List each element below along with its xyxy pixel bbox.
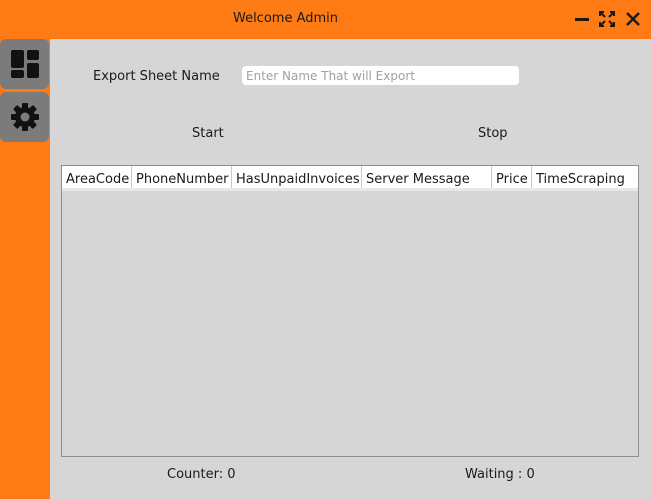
maximize-icon [599,11,615,27]
window-title: Welcome Admin [232,11,339,26]
gear-icon [10,103,39,131]
stop-button[interactable]: Stop [478,126,508,141]
dashboard-icon [10,50,39,78]
column-header-hasunpaidinvoices[interactable]: HasUnpaidInvoices [232,166,362,188]
export-sheet-label: Export Sheet Name [93,69,220,84]
column-header-price[interactable]: Price [492,166,532,188]
table-header: AreaCode PhoneNumber HasUnpaidInvoices S… [62,166,638,191]
waiting-status: Waiting : 0 [465,467,535,482]
results-table[interactable]: AreaCode PhoneNumber HasUnpaidInvoices S… [61,165,639,457]
sidebar [0,39,50,499]
column-header-timescraping[interactable]: TimeScraping [532,166,638,188]
sidebar-item-settings[interactable] [0,92,49,142]
minimize-button[interactable] [573,10,591,28]
minimize-icon [575,18,589,21]
title-bar: Welcome Admin [0,0,651,39]
start-button[interactable]: Start [192,126,224,141]
column-header-phonenumber[interactable]: PhoneNumber [132,166,232,188]
close-icon [626,12,640,26]
maximize-button[interactable] [598,10,616,28]
main-panel: Export Sheet Name Start Stop AreaCode Ph… [50,39,651,499]
sidebar-item-dashboard[interactable] [0,39,49,89]
counter-status: Counter: 0 [167,467,236,482]
column-header-server-message[interactable]: Server Message [362,166,492,188]
close-button[interactable] [624,10,642,28]
column-header-areacode[interactable]: AreaCode [62,166,132,188]
export-name-input[interactable] [242,66,519,85]
